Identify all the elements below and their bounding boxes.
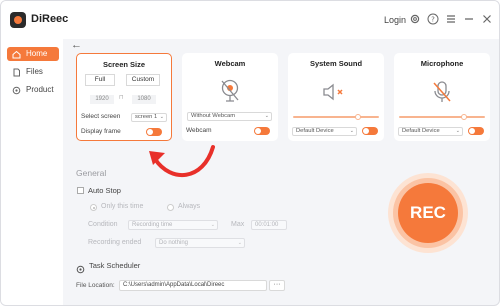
- menu-icon[interactable]: [445, 13, 457, 25]
- login-link[interactable]: Login: [384, 15, 406, 25]
- chevron-down-icon: ⌄: [264, 113, 269, 119]
- back-arrow-icon[interactable]: ←: [71, 39, 82, 51]
- chevron-down-icon: ⌄: [210, 222, 215, 228]
- max-time-field[interactable]: 00:01:00: [251, 220, 287, 230]
- sidebar-item-product[interactable]: Product: [7, 83, 59, 97]
- app-name: DiReec: [31, 13, 69, 25]
- screen-size-card[interactable]: Screen Size Full Custom 1920 ⊓ 1080 Sele…: [76, 53, 172, 141]
- sidebar-item-label: Product: [26, 85, 54, 94]
- lock-icon[interactable]: ⊓: [119, 94, 124, 101]
- minimize-icon[interactable]: [463, 13, 475, 25]
- microphone-card: Microphone Default Device ⌄: [394, 53, 490, 141]
- max-label: Max: [231, 221, 245, 228]
- speaker-muted-icon: [322, 83, 348, 101]
- task-scheduler-label[interactable]: Task Scheduler: [89, 261, 140, 270]
- rec-button[interactable]: REC: [398, 183, 458, 243]
- close-icon[interactable]: [481, 13, 493, 25]
- condition-select[interactable]: Recording time ⌄: [128, 220, 218, 230]
- sidebar-item-label: Home: [26, 49, 48, 58]
- microphone-device-value: Default Device: [402, 128, 440, 134]
- gear-icon[interactable]: [409, 13, 421, 25]
- full-button[interactable]: Full: [85, 74, 115, 86]
- file-location-label: File Location:: [76, 282, 115, 289]
- system-device-value: Default Device: [296, 128, 334, 134]
- file-location-field[interactable]: C:\Users\admin\AppData\Local\Direec: [119, 280, 267, 291]
- sidebar-item-files[interactable]: Files: [7, 65, 59, 79]
- recording-ended-label: Recording ended: [88, 239, 142, 246]
- recording-ended-select[interactable]: Do nothing ⌄: [155, 238, 245, 248]
- select-screen-label: Select screen: [81, 113, 121, 120]
- screen-select[interactable]: screen 1 ⌄: [131, 113, 167, 122]
- condition-select-value: Recording time: [132, 222, 173, 228]
- microphone-device-select[interactable]: Default Device ⌄: [398, 127, 463, 136]
- microphone-toggle[interactable]: [468, 127, 484, 135]
- chevron-down-icon: ⌄: [159, 114, 164, 120]
- file-icon: [12, 68, 21, 77]
- only-this-time-radio[interactable]: [90, 204, 97, 211]
- browse-button[interactable]: ···: [269, 280, 285, 291]
- always-label: Always: [178, 203, 201, 210]
- auto-stop-label: Auto Stop: [88, 186, 121, 195]
- always-radio[interactable]: [167, 204, 174, 211]
- webcam-select[interactable]: Without Webcam ⌄: [187, 112, 272, 121]
- microphone-volume-knob[interactable]: [460, 114, 467, 120]
- sidebar: Home Files Product: [1, 39, 63, 305]
- help-icon[interactable]: ?: [427, 13, 439, 25]
- sidebar-item-label: Files: [26, 67, 43, 76]
- app-logo: [10, 12, 26, 28]
- general-section-label: General: [76, 168, 107, 178]
- webcam-select-value: Without Webcam: [191, 113, 236, 119]
- microphone-volume-slider[interactable]: [399, 114, 485, 120]
- webcam-toggle[interactable]: [254, 127, 270, 135]
- recording-ended-value: Do nothing: [159, 240, 189, 246]
- screen-size-title: Screen Size: [102, 60, 146, 69]
- webcam-off-icon: [219, 79, 241, 103]
- screen-select-value: screen 1: [135, 114, 158, 120]
- system-sound-toggle[interactable]: [362, 127, 378, 135]
- chevron-down-icon: ⌄: [237, 240, 242, 246]
- webcam-title: Webcam: [214, 59, 246, 68]
- svg-text:?: ?: [431, 16, 435, 24]
- system-sound-card: System Sound Default Device ⌄: [288, 53, 384, 141]
- task-scheduler-icon: [76, 261, 85, 274]
- home-icon: [12, 50, 21, 59]
- height-field[interactable]: 1080: [132, 95, 156, 104]
- system-sound-title: System Sound: [309, 59, 363, 68]
- system-volume-slider[interactable]: [293, 114, 379, 120]
- auto-stop-checkbox[interactable]: [77, 187, 84, 194]
- condition-label: Condition: [88, 221, 118, 228]
- display-frame-label: Display frame: [81, 128, 121, 135]
- microphone-title: Microphone: [420, 59, 464, 68]
- chevron-down-icon: ⌄: [349, 128, 354, 134]
- app-window: DiReec Login ? Home Files Product ← Scre…: [0, 0, 500, 306]
- microphone-muted-icon: [430, 80, 454, 104]
- display-frame-toggle[interactable]: [146, 128, 162, 136]
- width-field[interactable]: 1920: [90, 95, 114, 104]
- only-this-time-label: Only this time: [101, 203, 144, 210]
- title-bar: DiReec Login ?: [1, 1, 499, 39]
- system-volume-knob[interactable]: [354, 114, 361, 120]
- webcam-card: Webcam Without Webcam ⌄ Webcam: [182, 53, 278, 141]
- system-device-select[interactable]: Default Device ⌄: [292, 127, 357, 136]
- annotation-arrow: [149, 145, 215, 177]
- product-icon: [12, 86, 21, 95]
- webcam-toggle-label: Webcam: [186, 127, 212, 134]
- sidebar-item-home[interactable]: Home: [7, 47, 59, 61]
- chevron-down-icon: ⌄: [455, 128, 460, 134]
- custom-button[interactable]: Custom: [126, 74, 160, 86]
